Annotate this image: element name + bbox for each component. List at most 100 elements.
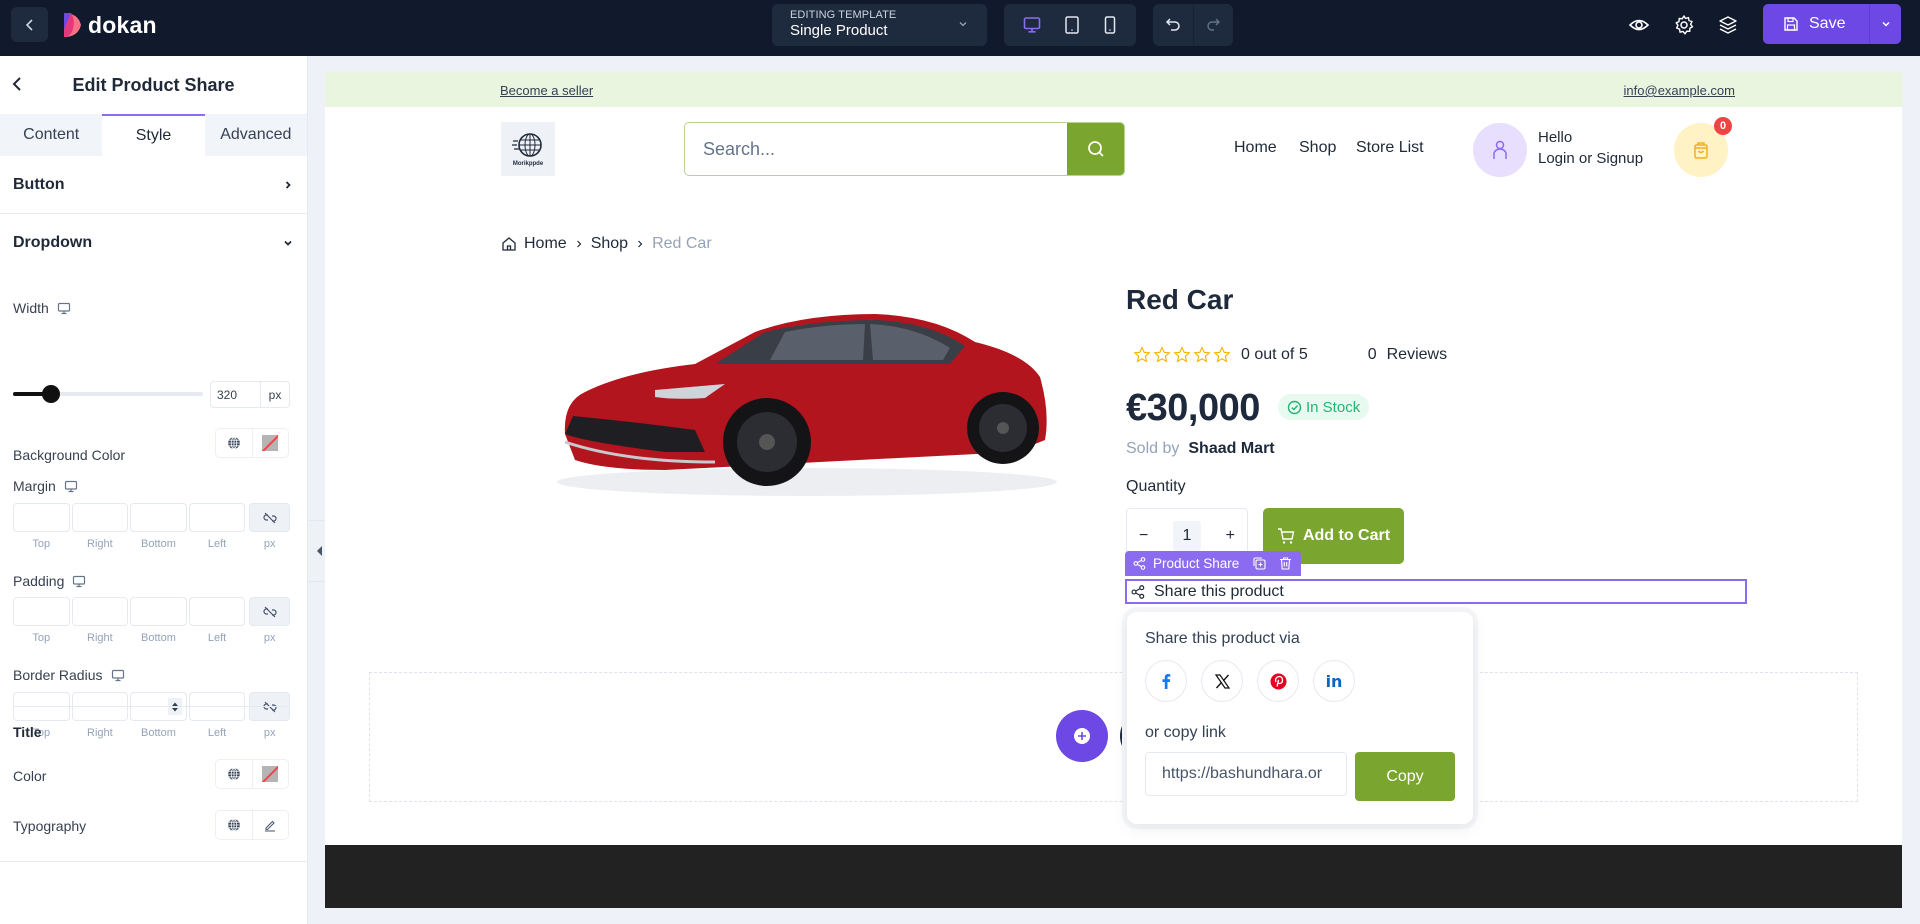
share-x-button[interactable]: [1201, 660, 1243, 702]
reviews-label[interactable]: Reviews: [1387, 346, 1447, 364]
width-value[interactable]: 320: [211, 382, 261, 407]
edit-typography-button[interactable]: [253, 811, 289, 839]
nav-home[interactable]: Home: [1234, 139, 1277, 157]
cart-icon: [1277, 528, 1295, 544]
seller-name[interactable]: Shaad Mart: [1188, 440, 1274, 457]
chevron-right-icon: [638, 240, 643, 248]
layers-button[interactable]: [1716, 13, 1740, 37]
desktop-icon[interactable]: [64, 480, 78, 493]
tablet-icon[interactable]: [1063, 15, 1081, 35]
save-button[interactable]: Save: [1763, 4, 1869, 44]
product-share-widget[interactable]: Share this product: [1125, 579, 1747, 604]
breadcrumb-shop[interactable]: Shop: [591, 235, 628, 253]
share-pinterest-button[interactable]: [1257, 660, 1299, 702]
breadcrumb-home[interactable]: Home: [524, 235, 567, 253]
side-label-top: Top: [32, 538, 51, 550]
sidebar-tabs: Content Style Advanced: [0, 114, 307, 156]
duplicate-icon[interactable]: [1252, 556, 1267, 571]
share-link-input[interactable]: https://bashundhara.or: [1145, 752, 1347, 796]
search-button[interactable]: [1067, 123, 1124, 175]
desktop-icon[interactable]: [1022, 15, 1042, 35]
nav-store-list[interactable]: Store List: [1356, 139, 1424, 157]
product-image[interactable]: [545, 302, 1065, 502]
nav-shop[interactable]: Shop: [1299, 139, 1336, 157]
margin-top-input[interactable]: [13, 503, 70, 532]
template-selector[interactable]: EDITING TEMPLATE Single Product: [772, 4, 987, 46]
redo-button[interactable]: [1194, 4, 1234, 46]
shop-logo[interactable]: Morikppde: [501, 122, 555, 176]
star-rating: [1133, 346, 1231, 364]
padding-link-toggle[interactable]: [249, 597, 291, 626]
sidebar-title: Edit Product Share: [72, 74, 235, 95]
decrease-quantity-button[interactable]: −: [1139, 527, 1148, 545]
share-facebook-button[interactable]: [1145, 660, 1187, 702]
width-row: Width: [13, 300, 289, 316]
copy-link-row: https://bashundhara.or Copy: [1145, 752, 1455, 801]
padding-left-input[interactable]: [188, 597, 246, 626]
padding-bottom-input[interactable]: [130, 597, 187, 626]
email-link[interactable]: info@example.com: [1624, 83, 1735, 98]
desktop-icon[interactable]: [57, 302, 71, 315]
desktop-icon[interactable]: [72, 575, 86, 588]
layers-icon: [1719, 16, 1737, 34]
width-slider-handle[interactable]: [42, 385, 60, 403]
color-picker-button[interactable]: [253, 760, 289, 788]
login-signup-link[interactable]: Login or Signup: [1538, 148, 1643, 169]
tab-style[interactable]: Style: [102, 114, 205, 156]
title-section-heading: Title: [13, 724, 42, 740]
width-slider[interactable]: [13, 385, 203, 403]
top-bar: dokan EDITING TEMPLATE Single Product Sa…: [0, 0, 1920, 56]
trash-icon[interactable]: [1278, 556, 1293, 571]
margin-link-toggle[interactable]: [249, 503, 291, 532]
margin-inputs: [13, 503, 291, 532]
section-dropdown[interactable]: Dropdown: [0, 214, 307, 272]
dokan-logo-icon: [64, 13, 81, 37]
share-linkedin-button[interactable]: in: [1313, 660, 1355, 702]
increase-quantity-button[interactable]: +: [1226, 527, 1235, 545]
x-twitter-icon: [1214, 673, 1230, 689]
undo-icon: [1165, 18, 1180, 31]
account-avatar[interactable]: [1473, 123, 1527, 177]
search-input[interactable]: Search...: [685, 123, 1067, 175]
account-greeting[interactable]: Hello Login or Signup: [1538, 127, 1643, 169]
widget-toolbar: Product Share: [1125, 551, 1302, 576]
share-dropdown: Share this product via in or copy link h…: [1127, 612, 1473, 824]
back-arrow-icon[interactable]: [10, 76, 24, 92]
become-seller-link[interactable]: Become a seller: [500, 83, 593, 98]
width-unit[interactable]: px: [261, 382, 289, 407]
widget-name[interactable]: Product Share: [1153, 556, 1239, 571]
width-input[interactable]: 320 px: [210, 381, 290, 408]
global-typography-button[interactable]: [216, 811, 253, 839]
margin-left-input[interactable]: [188, 503, 246, 532]
quantity-input[interactable]: 1: [1173, 521, 1201, 551]
save-label: Save: [1809, 15, 1846, 32]
padding-right-input[interactable]: [71, 597, 129, 626]
back-button[interactable]: [11, 7, 48, 42]
tab-content[interactable]: Content: [0, 114, 102, 156]
preview-button[interactable]: [1627, 13, 1651, 37]
save-options-button[interactable]: [1869, 4, 1901, 44]
section-button[interactable]: Button: [0, 156, 307, 214]
add-section-button[interactable]: [1056, 710, 1108, 762]
mobile-icon[interactable]: [1102, 15, 1118, 35]
padding-top-input[interactable]: [13, 597, 70, 626]
desktop-icon[interactable]: [111, 669, 125, 682]
stock-badge: In Stock: [1278, 394, 1370, 420]
undo-button[interactable]: [1153, 4, 1194, 46]
cart-count-badge: 0: [1714, 117, 1732, 135]
global-color-button[interactable]: [216, 760, 253, 788]
color-picker-button[interactable]: [253, 429, 289, 457]
side-label-right: Right: [87, 632, 113, 644]
share-product-label: Share this product: [1154, 582, 1284, 600]
settings-button[interactable]: [1672, 13, 1696, 37]
copy-link-button[interactable]: Copy: [1355, 752, 1455, 801]
empty-color-swatch: [262, 435, 279, 451]
global-color-button[interactable]: [216, 429, 253, 457]
caret-left-icon: [316, 546, 322, 556]
tab-advanced[interactable]: Advanced: [205, 114, 307, 156]
star-icon: [1193, 346, 1211, 363]
margin-bottom-input[interactable]: [130, 503, 187, 532]
device-switcher: [1004, 4, 1136, 46]
top-strip: Become a seller info@example.com: [325, 72, 1902, 107]
margin-right-input[interactable]: [71, 503, 129, 532]
